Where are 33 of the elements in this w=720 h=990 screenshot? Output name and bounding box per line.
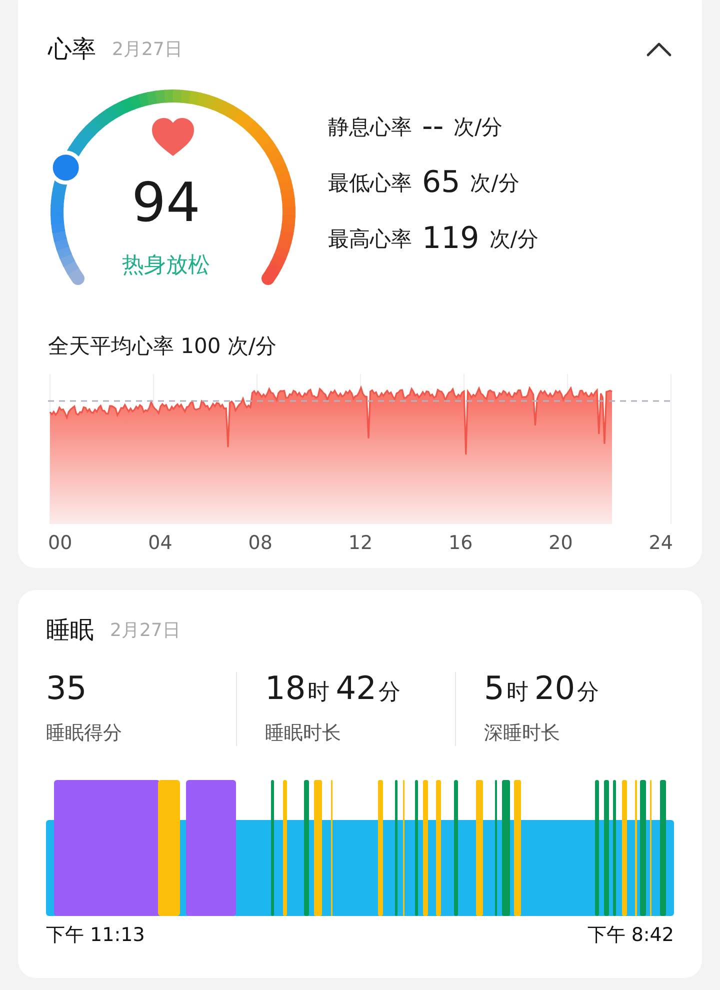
stat-label: 睡眠时长 (265, 721, 342, 746)
axis-label: 00 (48, 532, 72, 554)
axis-label: 16 (448, 532, 473, 554)
stat-value: 18 时 42 分 (265, 672, 402, 704)
card-title: 睡眠 (46, 615, 94, 646)
stat-label: 静息心率 (328, 114, 412, 141)
stat-unit: 次/分 (454, 114, 503, 141)
stat-value: 35 (46, 672, 88, 704)
heart-icon (152, 118, 194, 156)
axis-label: 20 (548, 532, 573, 554)
stat-value: -- (422, 112, 444, 142)
stat-unit: 次/分 (489, 226, 538, 253)
axis-label: 04 (148, 532, 172, 554)
stat-value: 5 时 20 分 (484, 672, 600, 704)
start-time: 下午 11:13 (46, 923, 145, 948)
axis-label: 24 (648, 532, 673, 554)
collapse-icon[interactable] (646, 41, 672, 57)
daily-average-text: 全天平均心率 100 次/分 (48, 333, 278, 360)
axis-label: 08 (248, 532, 272, 554)
heart-rate-value: 94 (132, 176, 200, 230)
stat-unit: 次/分 (470, 170, 520, 197)
stat-label: 最低心率 (328, 170, 412, 197)
heart-rate-zone: 热身放松 (122, 252, 210, 280)
stat-value: 119 (422, 224, 480, 254)
stat-label: 最高心率 (328, 226, 412, 253)
stat-label: 深睡时长 (484, 721, 561, 746)
card-date: 2月27日 (112, 38, 182, 61)
card-date: 2月27日 (110, 619, 180, 642)
card-title: 心率 (48, 34, 96, 65)
axis-label: 12 (348, 532, 373, 554)
end-time: 下午 8:42 (587, 923, 674, 948)
stat-value: 65 (422, 168, 460, 198)
stat-label: 睡眠得分 (46, 721, 123, 746)
